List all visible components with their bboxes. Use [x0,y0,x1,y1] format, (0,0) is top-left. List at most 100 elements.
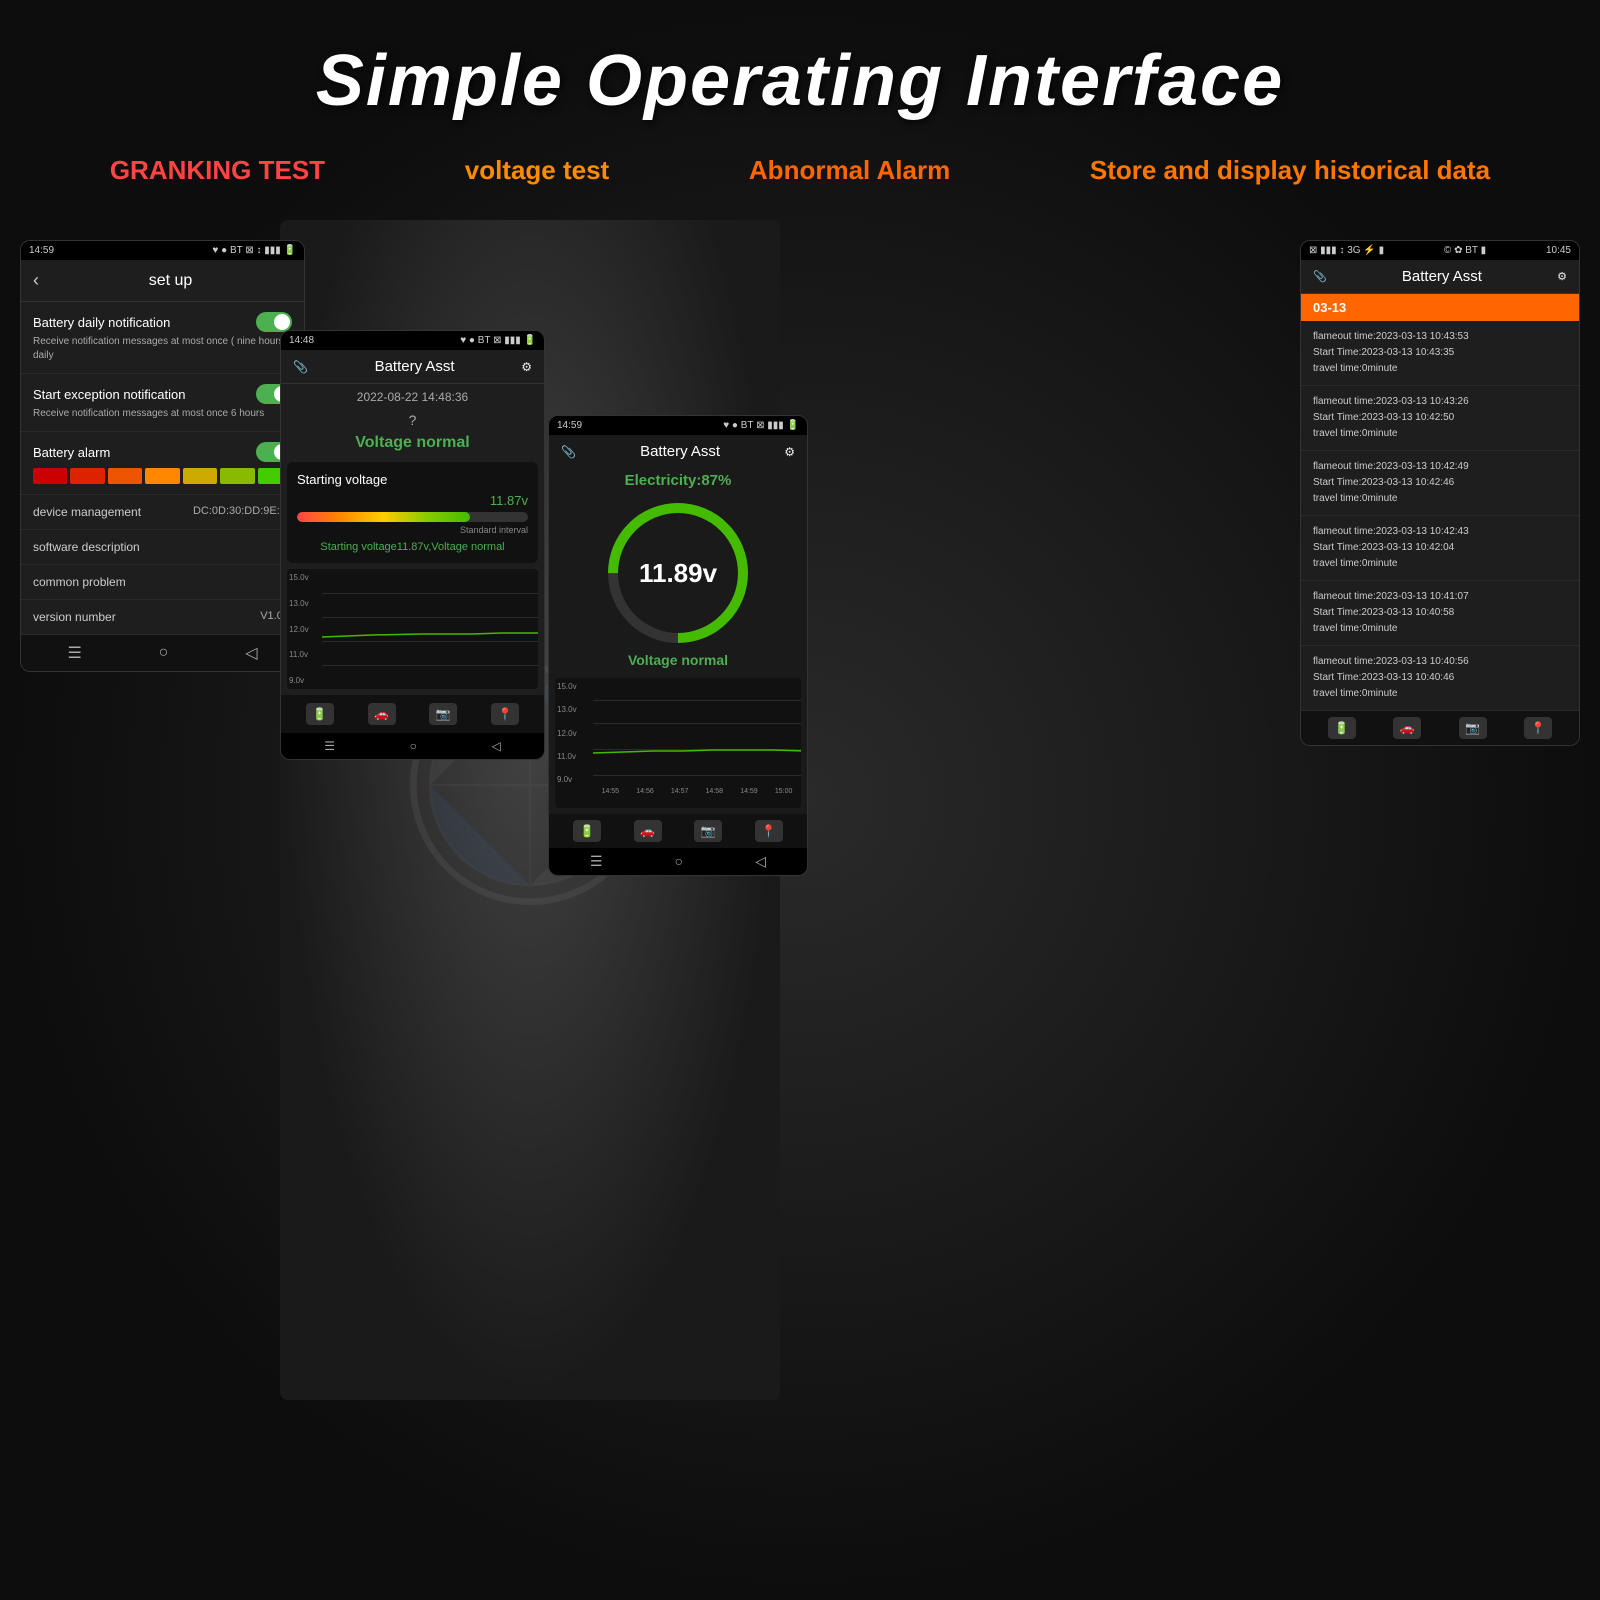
nav-location-icon[interactable]: 📍 [491,703,519,725]
back-nav-icon[interactable]: ◁ [245,643,257,663]
chart-label-11: 11.0v [289,650,320,659]
chart-svg [322,569,538,689]
category-history: Store and display historical data [1090,155,1490,186]
chart-label-13: 13.0v [289,599,320,608]
screen3-attach-icon: 📎 [561,445,576,459]
flameout-1: flameout time:2023-03-13 10:43:53 [1313,329,1567,345]
flameout-4: flameout time:2023-03-13 10:42:43 [1313,524,1567,540]
screen3-camera-icon[interactable]: 📷 [694,820,722,842]
start-2: Start Time:2023-03-13 10:42:50 [1313,410,1567,426]
common-problem-label: common problem [33,575,126,589]
screen1-icons: ♥ ● BT ⊠ ↕ ▮▮▮ 🔋 [212,245,296,256]
screen4-car-icon[interactable]: 🚗 [1393,717,1421,739]
device-management-label: device management [33,505,141,519]
screen-settings: 14:59 ♥ ● BT ⊠ ↕ ▮▮▮ 🔋 ‹ set up Battery … [20,240,305,672]
category-voltage: voltage test [465,155,610,186]
flameout-5: flameout time:2023-03-13 10:41:07 [1313,589,1567,605]
nav-car-icon[interactable]: 🚗 [368,703,396,725]
gauge-arc [579,474,777,672]
exception-notification-desc: Receive notification messages at most on… [33,407,292,421]
x-1456: 14:56 [636,788,654,808]
screen3-back-icon[interactable]: ◁ [755,853,766,870]
history-entry-4: flameout time:2023-03-13 10:42:43 Start … [1301,516,1579,581]
exception-notification-header: Start exception notification [33,384,292,404]
screen2-time: 14:48 [289,335,314,346]
y-13: 13.0v [557,705,591,714]
chart-label-12: 12.0v [289,625,320,634]
date-tag[interactable]: 03-13 [1301,294,1579,321]
screen4-battery-icon[interactable]: 🔋 [1328,717,1356,739]
screen2-home-icon[interactable]: ○ [410,739,417,753]
nav-battery-icon[interactable]: 🔋 [306,703,334,725]
screen3-home-icon[interactable]: ○ [675,853,683,870]
screen4-settings-icon[interactable]: ⚙ [1557,270,1567,283]
screen3-car-icon[interactable]: 🚗 [634,820,662,842]
y-11: 11.0v [557,752,591,761]
screen3-statusbar: 14:59 ♥ ● BT ⊠ ▮▮▮ 🔋 [549,416,807,435]
battery-notification-desc: Receive notification messages at most on… [33,335,292,363]
chart-grid [322,569,538,689]
screen4-nav: 🔋 🚗 📷 📍 [1301,711,1579,745]
chart2-y-axis: 15.0v 13.0v 12.0v 11.0v 9.0v [555,678,593,788]
x-1455: 14:55 [602,788,620,808]
screen4-title: Battery Asst [1327,268,1557,285]
screen3-title: Battery Asst [576,443,784,460]
battery-alarm-header: Battery alarm [33,442,292,462]
screen2-back-icon[interactable]: ◁ [491,739,500,753]
screen4-attach-icon: 📎 [1313,270,1327,283]
page-title: Simple Operating Interface [0,40,1600,122]
history-entry-2: flameout time:2023-03-13 10:43:26 Start … [1301,386,1579,451]
history-entry-1: flameout time:2023-03-13 10:43:53 Start … [1301,321,1579,386]
travel-5: travel time:0minute [1313,621,1567,637]
y-9: 9.0v [557,775,591,784]
travel-3: travel time:0minute [1313,491,1567,507]
screen3-menu-icon[interactable]: ☰ [590,853,603,870]
device-management-value: DC:0D:30:DD:9E:69 [193,505,292,519]
screen3-location-icon[interactable]: 📍 [755,820,783,842]
screen2-nav: 🔋 🚗 📷 📍 [281,695,544,733]
start-3: Start Time:2023-03-13 10:42:46 [1313,475,1567,491]
starting-voltage-box: Starting voltage 11.87v Standard interva… [287,462,538,563]
common-problem-row[interactable]: common problem [21,565,304,600]
screen1-title: set up [49,272,292,290]
flameout-6: flameout time:2023-03-13 10:40:56 [1313,654,1567,670]
version-row: version number V1.0.5 [21,600,304,635]
category-cranking: GRANKING TEST [110,155,325,186]
screen3-system-nav: ☰ ○ ◁ [549,848,807,875]
start-exception-notification-row: Start exception notification Receive not… [21,374,304,432]
history-entry-5: flameout time:2023-03-13 10:41:07 Start … [1301,581,1579,646]
screen4-location-icon[interactable]: 📍 [1524,717,1552,739]
home-icon[interactable]: ○ [159,644,169,662]
screen2-menu-icon[interactable]: ☰ [324,739,335,753]
screen2-header: 📎 Battery Asst ⚙ [281,350,544,384]
software-description-row[interactable]: software description [21,530,304,565]
chart-label-9: 9.0v [289,676,320,685]
menu-icon[interactable]: ☰ [67,643,81,663]
back-icon[interactable]: ‹ [33,270,39,291]
chart-y-labels: 15.0v 13.0v 12.0v 11.0v 9.0v [287,569,322,689]
travel-4: travel time:0minute [1313,556,1567,572]
battery-notification-header: Battery daily notification [33,312,292,332]
screen3-battery-icon[interactable]: 🔋 [573,820,601,842]
battery-notification-toggle[interactable] [256,312,292,332]
screen2-statusbar: 14:48 ♥ ● BT ⊠ ▮▮▮ 🔋 [281,331,544,350]
sv-description: Starting voltage11.87v,Voltage normal [297,541,528,553]
screen4-camera-icon[interactable]: 📷 [1459,717,1487,739]
screen2-chart: 15.0v 13.0v 12.0v 11.0v 9.0v [287,569,538,689]
screen3-header: 📎 Battery Asst ⚙ [549,435,807,468]
attach-icon: 📎 [293,360,308,374]
travel-2: travel time:0minute [1313,426,1567,442]
help-icon[interactable]: ? [409,412,417,428]
screen4-icons-left: ⊠ ▮▮▮ ↕ 3G ⚡ ▮ [1309,245,1384,256]
nav-camera-icon[interactable]: 📷 [429,703,457,725]
screen1-statusbar: 14:59 ♥ ● BT ⊠ ↕ ▮▮▮ 🔋 [21,241,304,260]
battery-alarm-row: Battery alarm [21,432,304,495]
gauge-container: 11.89v [549,493,807,648]
sv-bar [297,512,528,522]
screen2-settings-icon[interactable]: ⚙ [521,360,532,374]
sv-interval: Standard interval [297,525,528,535]
screen4-statusbar: ⊠ ▮▮▮ ↕ 3G ⚡ ▮ © ✿ BT ▮ 10:45 [1301,241,1579,260]
history-entry-6: flameout time:2023-03-13 10:40:56 Start … [1301,646,1579,711]
alarm-color-6 [220,468,254,484]
screen3-settings-icon[interactable]: ⚙ [784,445,795,459]
